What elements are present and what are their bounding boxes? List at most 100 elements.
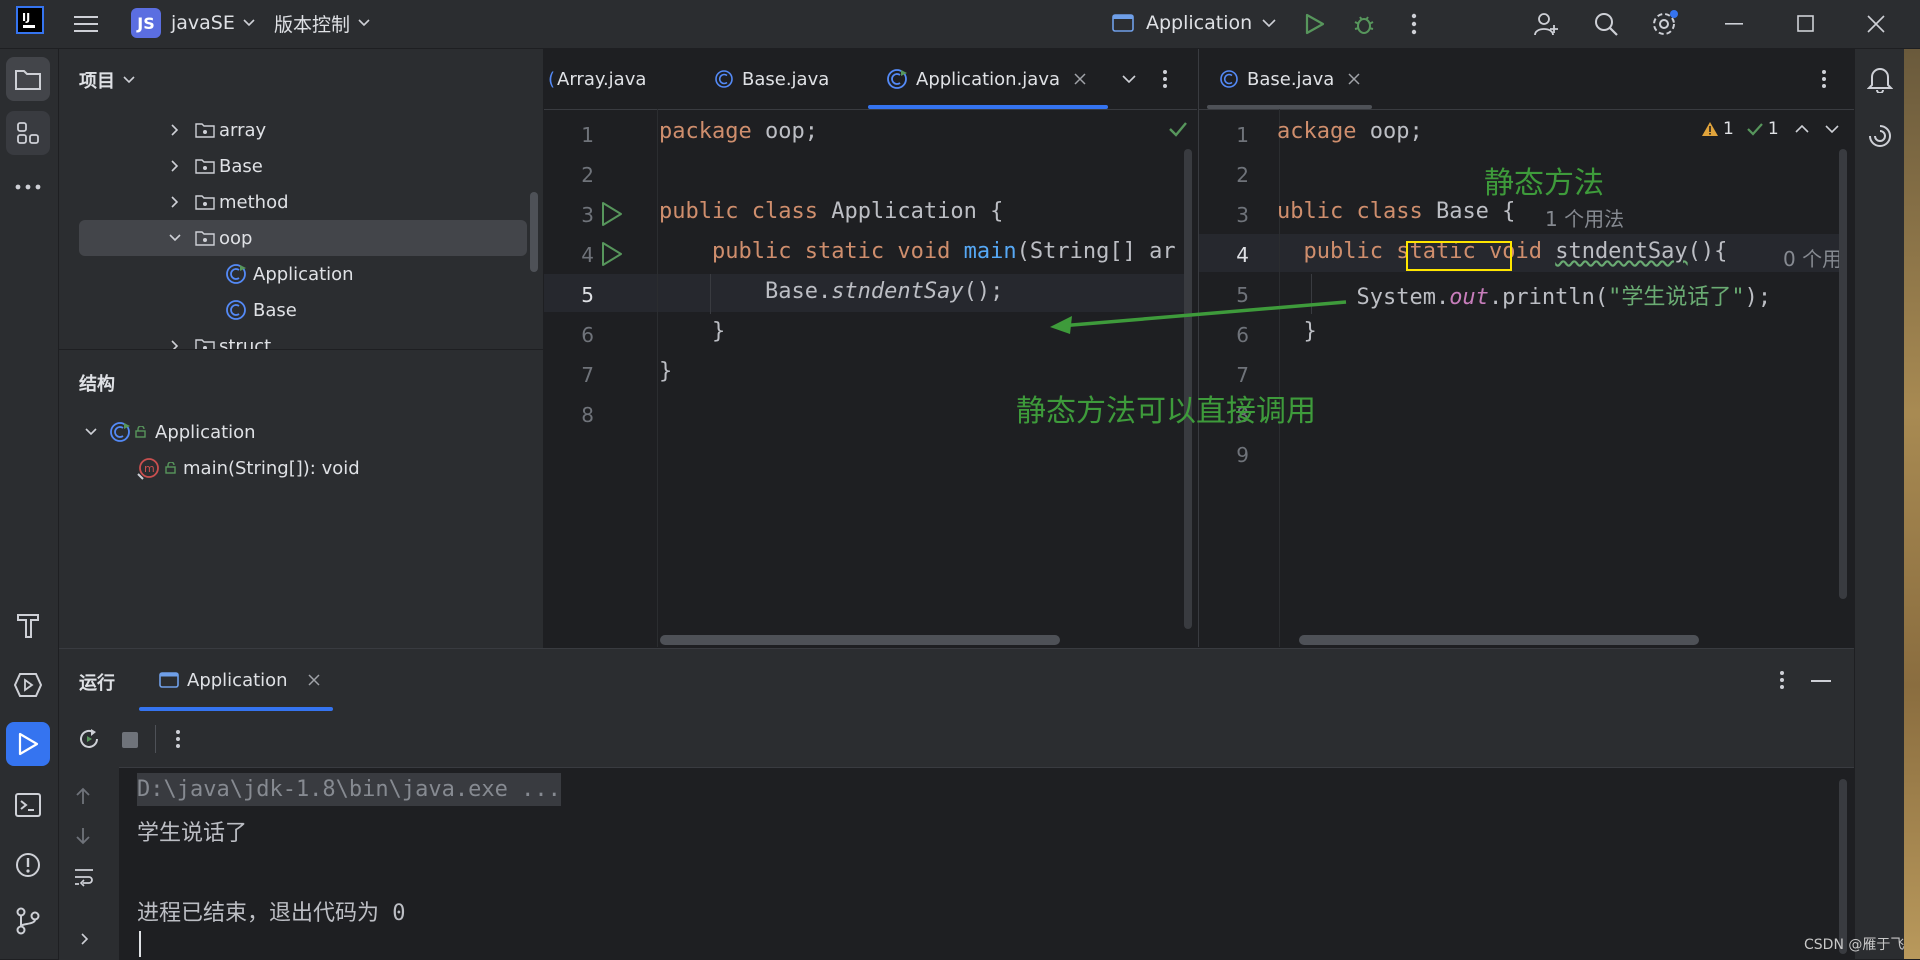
console-exit-line: 进程已结束，退出代码为 0 <box>137 901 406 926</box>
chevron-down-icon[interactable] <box>1825 125 1839 133</box>
settings-gear-icon[interactable] <box>1644 4 1684 44</box>
tree-item-base-class[interactable]: Base <box>225 292 297 328</box>
tab-base-java[interactable]: Base.java <box>714 49 829 109</box>
chevron-up-icon[interactable] <box>1795 125 1809 133</box>
more-actions-icon[interactable] <box>1394 4 1434 44</box>
intellij-logo-icon[interactable]: IJ <box>16 6 44 34</box>
terminal-icon[interactable] <box>6 783 50 827</box>
run-tab-application[interactable]: Application <box>159 663 320 697</box>
scroll-down-arrow-icon[interactable] <box>75 827 91 845</box>
run-toolbar <box>59 711 1854 768</box>
usage-hint-class[interactable]: 1 个用法 <box>1545 203 1624 232</box>
structure-class-name: Application <box>155 421 256 443</box>
editor-application: ( Array.java Base.java Application.java … <box>544 49 1197 647</box>
project-panel: 项目 array Base method oop Application Bas… <box>59 49 544 349</box>
run-gutter-icon[interactable] <box>600 241 624 267</box>
hide-panel-icon[interactable] <box>1811 679 1831 683</box>
console-caret[interactable] <box>139 931 141 957</box>
console-command-line: D:\java\jdk-1.8\bin\java.exe ... <box>137 773 561 806</box>
ai-assistant-icon[interactable] <box>1867 123 1893 149</box>
tab-array-java[interactable]: ( Array.java <box>548 49 646 109</box>
tree-item-method[interactable]: method <box>163 184 289 220</box>
maximize-window-icon[interactable] <box>1786 4 1826 44</box>
toolbar-more-icon[interactable] <box>175 729 181 749</box>
main-menu-icon[interactable] <box>66 4 106 44</box>
package-icon <box>195 194 215 210</box>
line-number: 6 <box>581 323 594 347</box>
tree-item-base-package[interactable]: Base <box>163 148 263 184</box>
code-line-6: } <box>659 319 726 344</box>
more-tools-icon[interactable] <box>6 165 50 209</box>
problems-icon[interactable] <box>6 843 50 887</box>
tree-item-label: Application <box>253 263 354 285</box>
usage-hint-method[interactable]: 0 个用法 <box>1783 243 1843 272</box>
chevron-down-icon[interactable] <box>79 420 103 444</box>
tree-item-label: Base <box>253 299 297 321</box>
scroll-up-arrow-icon[interactable] <box>75 787 91 805</box>
minimize-window-icon[interactable] <box>1714 4 1754 44</box>
debug-button[interactable] <box>1344 4 1384 44</box>
chevron-down-icon[interactable] <box>163 226 187 250</box>
package-icon <box>195 230 215 246</box>
run-config-selector[interactable]: Application <box>1112 6 1276 40</box>
run-tool-icon[interactable] <box>6 722 50 766</box>
line-number: 4 <box>581 243 594 267</box>
tree-item-application[interactable]: Application <box>225 256 354 292</box>
build-hammer-icon[interactable] <box>6 603 50 647</box>
tree-item-oop[interactable]: oop <box>163 220 252 256</box>
notifications-bell-icon[interactable] <box>1867 65 1893 93</box>
structure-class-node[interactable]: Application <box>79 414 256 450</box>
chevron-right-icon[interactable] <box>163 154 187 178</box>
structure-method-node[interactable]: m main(String[]): void <box>137 450 360 486</box>
run-gutter-icon[interactable] <box>600 201 624 227</box>
close-window-icon[interactable] <box>1856 4 1896 44</box>
tab-more-icon[interactable] <box>1821 49 1827 109</box>
tree-item-struct[interactable]: struct <box>163 328 271 349</box>
project-switcher[interactable]: JS javaSE <box>131 6 255 40</box>
inspection-widget[interactable]: 1 1 <box>1701 119 1839 139</box>
chevron-right-icon[interactable] <box>163 118 187 142</box>
method-icon: m <box>137 456 161 480</box>
project-panel-header[interactable]: 项目 <box>79 67 135 93</box>
run-button[interactable] <box>1294 4 1334 44</box>
project-name: javaSE <box>171 12 235 34</box>
tab-more-icon[interactable] <box>1162 49 1168 109</box>
inspection-ok-icon[interactable] <box>1168 121 1188 137</box>
close-tab-icon[interactable] <box>1348 73 1360 85</box>
project-folder-icon[interactable] <box>6 57 50 101</box>
search-icon[interactable] <box>1586 4 1626 44</box>
active-tab-underline <box>868 105 1108 109</box>
tab-base-java[interactable]: Base.java <box>1219 49 1360 109</box>
editor-tab-bar: Base.java <box>1199 49 1855 110</box>
structure-tool-icon[interactable] <box>6 111 50 155</box>
chevron-right-icon[interactable] <box>163 190 187 214</box>
expand-chevron-icon[interactable] <box>81 933 89 945</box>
tree-item-label: method <box>219 191 289 213</box>
svg-text:m: m <box>144 462 155 475</box>
stop-icon[interactable] <box>121 731 139 749</box>
check-icon <box>1746 121 1764 137</box>
chevron-down-icon <box>123 76 135 84</box>
close-tab-icon[interactable] <box>308 674 320 686</box>
services-icon[interactable] <box>6 663 50 707</box>
soft-wrap-icon[interactable] <box>73 867 95 887</box>
editor-horizontal-scrollbar[interactable] <box>1299 635 1699 645</box>
line-number: 3 <box>1236 203 1249 227</box>
line-number: 9 <box>1236 443 1249 467</box>
rerun-icon[interactable] <box>77 727 101 751</box>
editor-horizontal-scrollbar[interactable] <box>660 635 1060 645</box>
chevron-right-icon[interactable] <box>163 334 187 349</box>
editor-vertical-scrollbar[interactable] <box>1839 149 1847 599</box>
run-panel-more-icon[interactable] <box>1779 670 1785 690</box>
git-branch-icon[interactable] <box>6 899 50 943</box>
tree-scrollbar[interactable] <box>530 192 538 272</box>
add-user-icon[interactable] <box>1526 4 1566 44</box>
vcs-menu[interactable]: 版本控制 <box>274 6 370 40</box>
tab-list-chevron-icon[interactable] <box>1122 49 1136 109</box>
java-file-icon: ( <box>548 68 556 90</box>
chevron-down-icon <box>358 19 370 27</box>
close-tab-icon[interactable] <box>1074 73 1086 85</box>
tab-application-java[interactable]: Application.java <box>886 49 1086 109</box>
tree-item-array[interactable]: array <box>163 112 266 148</box>
console-vertical-scrollbar[interactable] <box>1839 779 1847 954</box>
